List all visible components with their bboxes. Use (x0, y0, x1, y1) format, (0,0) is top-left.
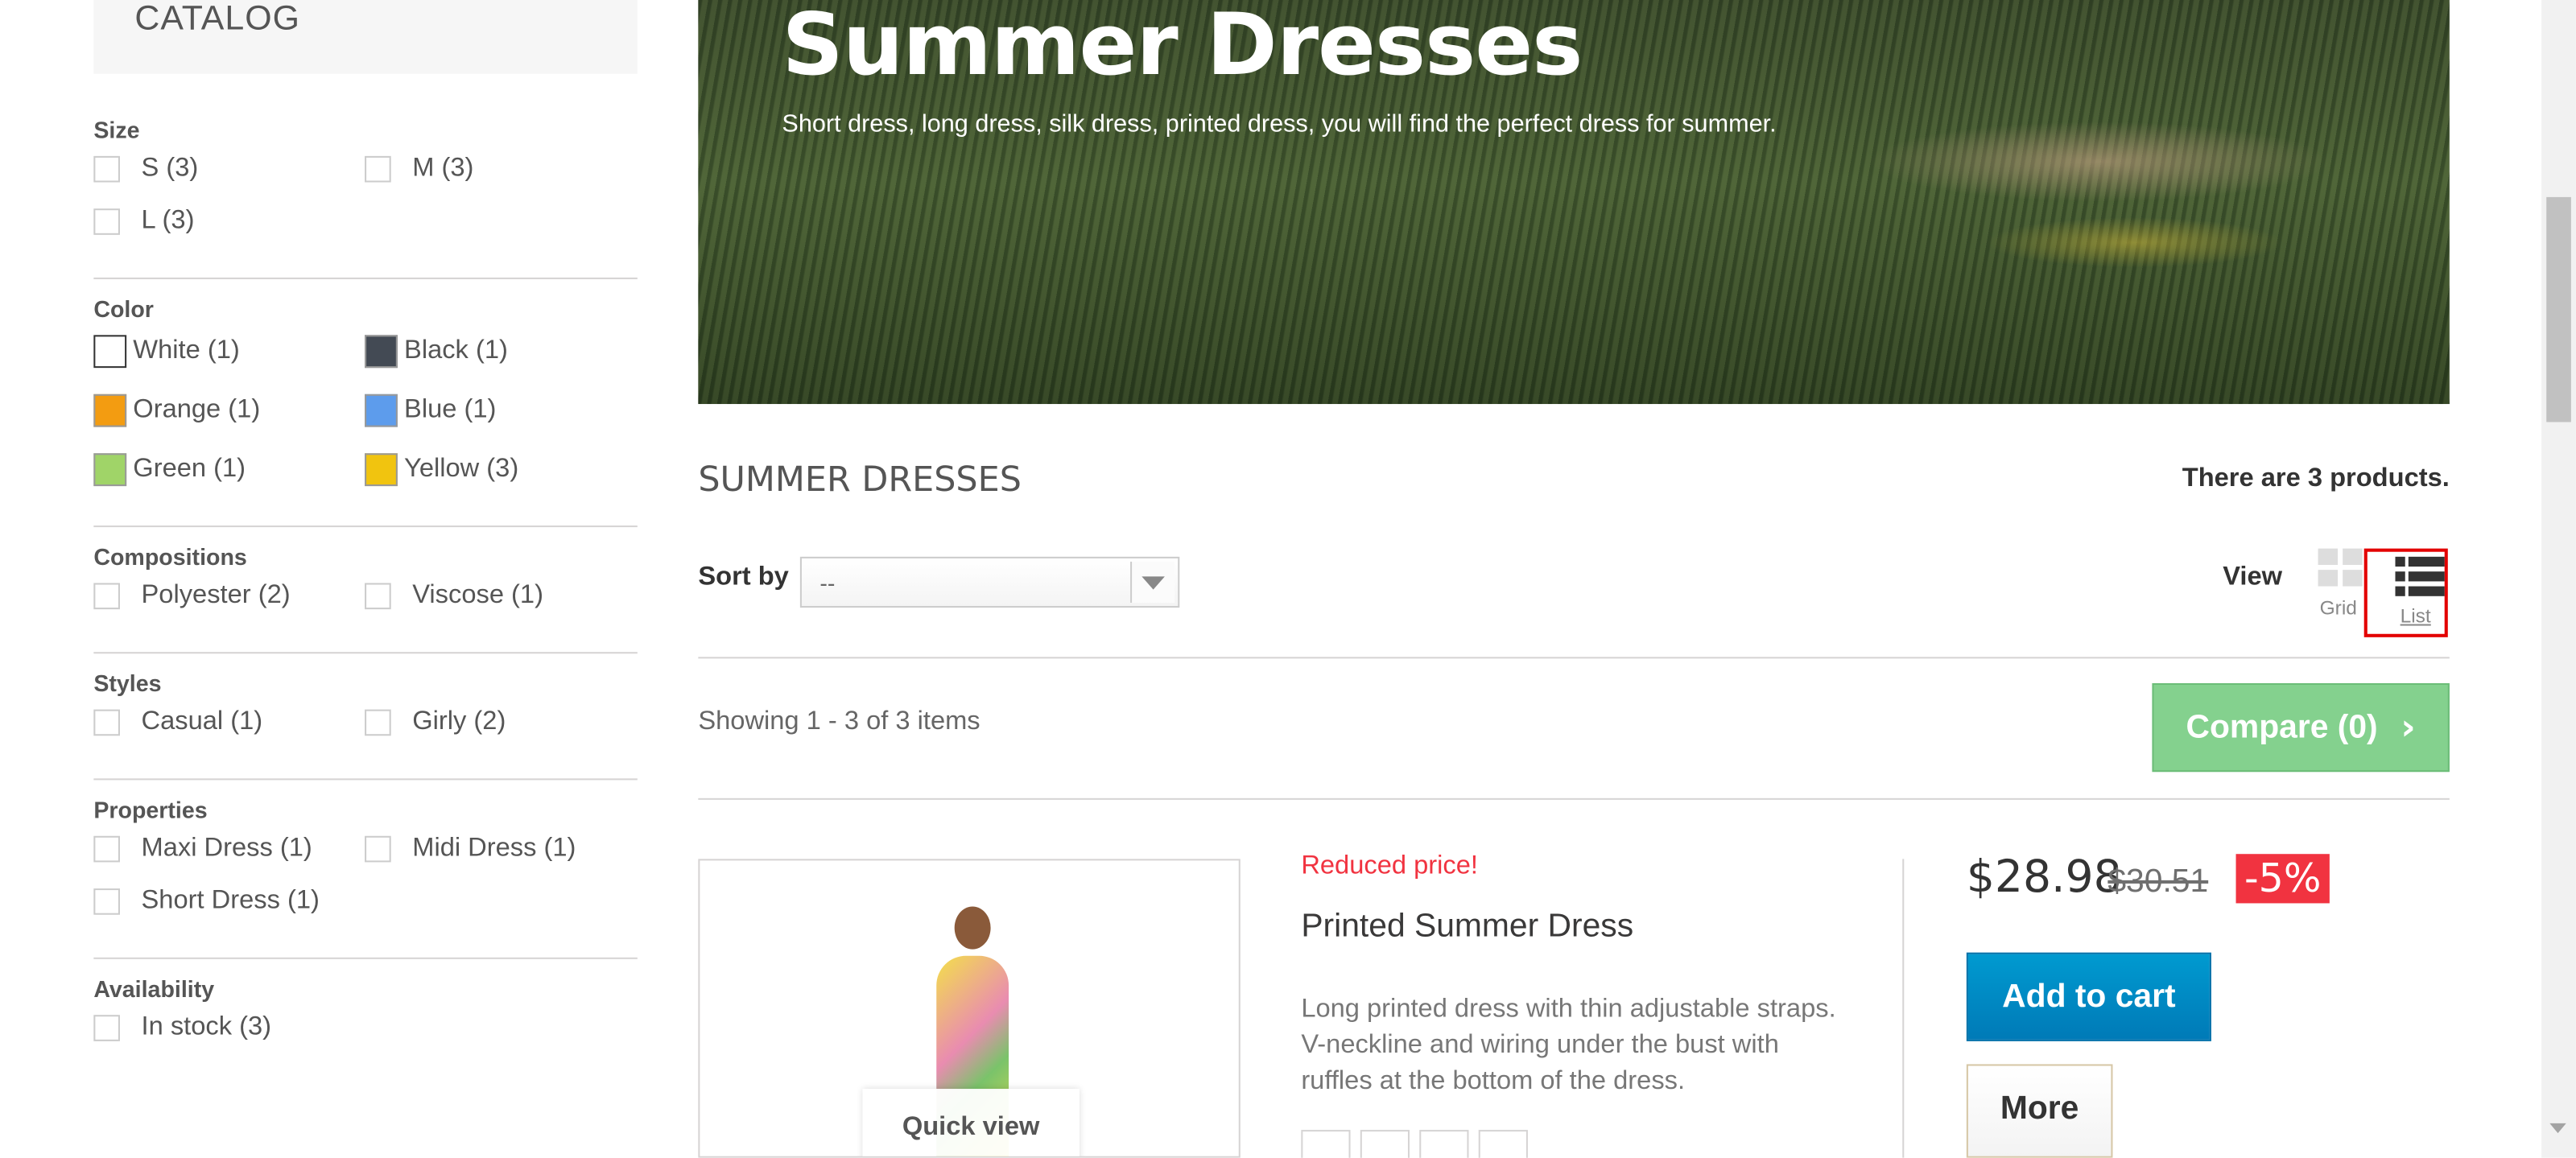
sort-select[interactable]: -- (799, 556, 1180, 608)
reduced-price-label: Reduced price! (1301, 852, 1478, 880)
filter-compositions-title: Compositions (93, 543, 247, 571)
filter-viscose[interactable]: Viscose (1) (365, 579, 636, 612)
color-swatch[interactable] (365, 335, 398, 369)
banner-title: Summer Dresses (782, 0, 1583, 96)
grid-icon (2318, 548, 2368, 587)
compare-label: Compare (0) (2186, 708, 2378, 745)
filter-color-title: Color (93, 295, 154, 322)
divider (698, 797, 2450, 800)
add-to-cart-button[interactable]: Add to cart (1966, 952, 2211, 1041)
filter-girly[interactable]: Girly (2) (365, 707, 636, 740)
color-swatch[interactable] (1478, 1130, 1528, 1158)
color-swatch[interactable] (93, 453, 127, 487)
color-swatch[interactable] (93, 394, 127, 427)
list-icon (2395, 556, 2445, 601)
list-label[interactable]: List (2401, 604, 2431, 628)
grid-label: Grid (2319, 595, 2357, 620)
checkbox[interactable] (93, 583, 120, 610)
filter-in-stock[interactable]: In stock (3) (93, 1012, 365, 1045)
catalog-sidebar: CATALOG Size S (3) M (3) L (3) Color Whi… (93, 0, 638, 1061)
filter-short-dress[interactable]: Short Dress (1) (93, 885, 365, 918)
product-name[interactable]: Printed Summer Dress (1301, 909, 1633, 946)
scroll-down-arrow-icon[interactable] (2549, 1123, 2566, 1134)
filter-compositions: Compositions Polyester (2) Viscose (1) (93, 525, 638, 629)
filter-polyester[interactable]: Polyester (2) (93, 579, 365, 612)
product-old-price: $30.51 (2107, 863, 2209, 900)
filter-color-blue[interactable]: Blue (1) (365, 394, 636, 427)
checkbox[interactable] (93, 709, 120, 736)
sort-label: Sort by (698, 563, 789, 591)
filter-size: Size S (3) M (3) L (3) (93, 74, 638, 254)
scrollbar[interactable] (2541, 0, 2576, 1158)
product-count: There are 3 products. (2182, 464, 2450, 493)
compare-button[interactable]: Compare (0) › (2152, 682, 2450, 773)
checkbox[interactable] (93, 888, 120, 915)
checkbox[interactable] (365, 709, 391, 736)
divider (698, 657, 2450, 659)
view-grid-button[interactable]: Grid (2318, 548, 2368, 624)
filter-availability: Availability In stock (3) (93, 957, 638, 1061)
filter-color-black[interactable]: Black (1) (365, 335, 636, 369)
filter-casual[interactable]: Casual (1) (93, 707, 365, 740)
view-label: View (2223, 563, 2283, 591)
color-swatch[interactable] (365, 394, 398, 427)
filter-size-m[interactable]: M (3) (365, 153, 636, 186)
filter-color-green[interactable]: Green (1) (93, 453, 365, 487)
filter-size-l[interactable]: L (3) (93, 205, 365, 238)
checkbox[interactable] (93, 835, 120, 863)
filter-color-orange[interactable]: Orange (1) (93, 394, 365, 427)
filter-color-white[interactable]: White (1) (93, 335, 365, 369)
chevron-right-icon: › (2401, 707, 2416, 748)
color-swatch[interactable] (1360, 1130, 1410, 1158)
product-image[interactable]: Quick view (698, 859, 1241, 1158)
color-swatch[interactable] (93, 335, 127, 369)
product-price: $28.98 (1966, 852, 2122, 904)
filter-maxi-dress[interactable]: Maxi Dress (1) (93, 833, 365, 866)
checkbox[interactable] (93, 155, 120, 183)
filter-styles-title: Styles (93, 670, 162, 697)
checkbox[interactable] (365, 835, 391, 863)
filter-size-s[interactable]: S (3) (93, 153, 365, 186)
checkbox[interactable] (365, 583, 391, 610)
color-swatch[interactable] (365, 453, 398, 487)
filter-size-title: Size (93, 116, 140, 143)
product-description: Long printed dress with thin adjustable … (1301, 995, 1836, 1096)
color-swatch[interactable] (1301, 1130, 1351, 1158)
divider (1902, 859, 1905, 1158)
category-name: SUMMER DRESSES (698, 459, 1022, 500)
color-swatch[interactable] (1419, 1130, 1469, 1158)
filter-midi-dress[interactable]: Midi Dress (1) (365, 833, 636, 866)
showing-items: Showing 1 - 3 of 3 items (698, 707, 980, 736)
checkbox[interactable] (93, 208, 120, 235)
banner-description: Short dress, long dress, silk dress, pri… (782, 109, 1777, 138)
filter-availability-title: Availability (93, 975, 215, 1002)
category-banner: Summer Dresses Short dress, long dress, … (698, 0, 2450, 405)
quick-view-button[interactable]: Quick view (862, 1089, 1080, 1156)
sort-select-value: -- (819, 570, 836, 596)
filter-styles: Styles Casual (1) Girly (2) (93, 652, 638, 756)
filter-properties-title: Properties (93, 796, 208, 823)
discount-badge: -5% (2235, 854, 2330, 904)
filter-properties: Properties Maxi Dress (1) Midi Dress (1)… (93, 778, 638, 934)
checkbox[interactable] (365, 155, 391, 183)
catalog-header: CATALOG (93, 0, 638, 74)
view-list-button[interactable]: List (2363, 548, 2448, 637)
checkbox[interactable] (93, 1015, 120, 1041)
more-button[interactable]: More (1966, 1064, 2113, 1158)
chevron-down-icon[interactable] (1130, 561, 1175, 603)
product-color-swatches (1301, 1130, 1538, 1158)
scrollbar-thumb[interactable] (2546, 196, 2571, 422)
catalog-title: CATALOG (134, 0, 300, 38)
filter-color: Color White (1) Black (1) Orange (1) Blu… (93, 277, 638, 503)
filter-color-yellow[interactable]: Yellow (3) (365, 453, 636, 487)
